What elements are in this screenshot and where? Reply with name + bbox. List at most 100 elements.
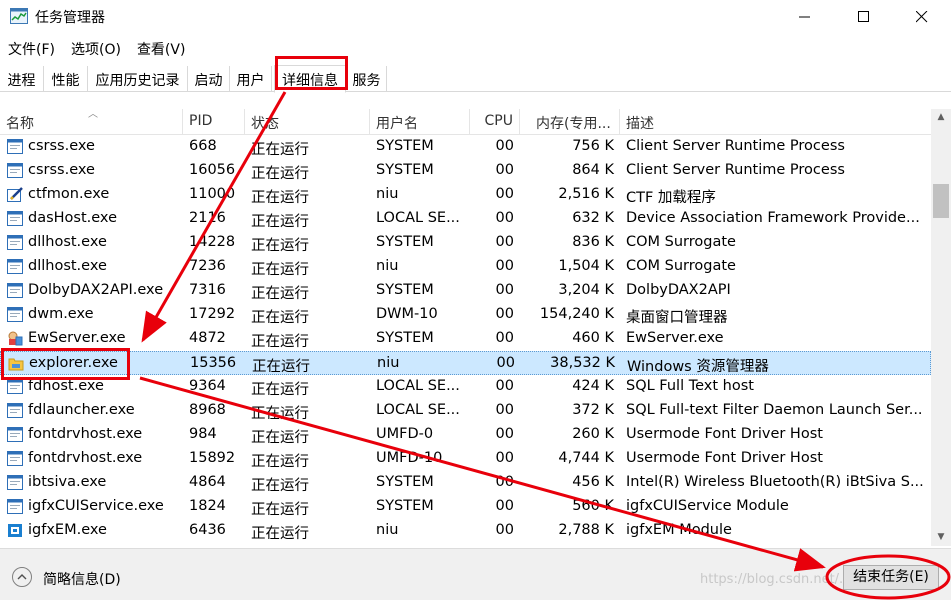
table-row-selected[interactable]: explorer.exe 15356 正在运行 niu 00 38,532 K Window… — [0, 351, 931, 375]
tab-services[interactable]: 服务 — [347, 66, 387, 92]
memory-cell: 632 K — [572, 210, 614, 226]
tab-users[interactable]: 用户 — [230, 66, 272, 92]
tab-startup[interactable]: 启动 — [188, 66, 230, 92]
memory-cell: 456 K — [572, 474, 614, 490]
description-cell: COM Surrogate — [626, 258, 736, 274]
status-cell: 正在运行 — [251, 166, 309, 182]
username-cell: SYSTEM — [376, 234, 434, 250]
table-row[interactable]: csrss.exe 16056 正在运行 SYSTEM 00 864 K Client Se… — [0, 159, 931, 183]
app-icon — [7, 283, 23, 298]
username-cell: niu — [376, 186, 399, 202]
cpu-cell: 00 — [495, 234, 514, 250]
pid-cell: 17292 — [189, 306, 236, 322]
column-header-description[interactable]: 描述 — [620, 109, 931, 135]
app-icon — [7, 259, 23, 274]
pen-icon — [7, 187, 23, 202]
description-cell: Windows 资源管理器 — [627, 359, 769, 375]
table-row[interactable]: DolbyDAX2API.exe 7316 正在运行 SYSTEM 00 3,204 K D… — [0, 279, 931, 303]
annotation-box-details-tab — [275, 56, 348, 90]
scroll-thumb[interactable] — [933, 184, 949, 218]
scroll-down-icon[interactable]: ▼ — [931, 529, 951, 546]
description-cell: Client Server Runtime Process — [626, 138, 845, 154]
memory-cell: 260 K — [572, 426, 614, 442]
sort-ascending-icon: ︿ — [88, 109, 98, 120]
cpu-cell: 00 — [495, 210, 514, 226]
fewer-details-link[interactable]: 简略信息(D) — [43, 569, 121, 589]
table-row[interactable]: ibtsiva.exe 4864 正在运行 SYSTEM 00 456 K Intel(R)… — [0, 471, 931, 495]
pid-cell: 11000 — [189, 186, 236, 202]
process-name-cell: fdlauncher.exe — [28, 402, 135, 418]
column-header-pid[interactable]: PID — [183, 109, 245, 135]
tab-processes[interactable]: 进程 — [0, 66, 44, 92]
column-header-cpu[interactable]: CPU — [470, 109, 520, 135]
cpu-cell: 00 — [495, 330, 514, 346]
maximize-button[interactable] — [835, 0, 893, 34]
cpu-cell: 00 — [495, 402, 514, 418]
description-cell: igfxEM Module — [626, 522, 732, 538]
table-row[interactable]: igfxCUIService.exe 1824 正在运行 SYSTEM 00 560 K i… — [0, 495, 931, 519]
tab-performance[interactable]: 性能 — [44, 66, 88, 92]
memory-cell: 2,788 K — [558, 522, 614, 538]
column-header-status[interactable]: 状态 — [245, 109, 370, 135]
app-icon — [7, 139, 23, 154]
cpu-cell: 00 — [495, 186, 514, 202]
cpu-cell: 00 — [496, 355, 515, 371]
description-cell: Intel(R) Wireless Bluetooth(R) iBtSiva S… — [626, 474, 924, 490]
table-row[interactable]: dwm.exe 17292 正在运行 DWM-10 00 154,240 K 桌面窗口管理器 — [0, 303, 931, 327]
column-header-memory[interactable]: 内存(专用... — [520, 109, 620, 135]
close-button[interactable] — [893, 0, 951, 34]
app-icon — [7, 235, 23, 250]
cpu-cell: 00 — [495, 282, 514, 298]
pid-cell: 7236 — [189, 258, 226, 274]
memory-cell: 4,744 K — [558, 450, 614, 466]
table-row[interactable]: dllhost.exe 7236 正在运行 niu 00 1,504 K COM Surro… — [0, 255, 931, 279]
table-row[interactable]: fdlauncher.exe 8968 正在运行 LOCAL SE... 00 372 K… — [0, 399, 931, 423]
menu-bar: 文件(F) 选项(O) 查看(V) — [0, 36, 193, 60]
menu-file[interactable]: 文件(F) — [0, 36, 63, 60]
vertical-scrollbar[interactable]: ▲ ▼ — [931, 109, 951, 546]
menu-options[interactable]: 选项(O) — [63, 36, 129, 60]
app-icon — [7, 475, 23, 490]
description-cell: COM Surrogate — [626, 234, 736, 250]
pid-cell: 4864 — [189, 474, 226, 490]
watermark-text: https://blog.csdn.net/... — [700, 572, 852, 587]
description-cell: SQL Full Text host — [626, 378, 754, 394]
scroll-up-icon[interactable]: ▲ — [931, 109, 951, 126]
window-title: 任务管理器 — [35, 10, 105, 26]
username-cell: LOCAL SE... — [376, 210, 460, 226]
table-row[interactable]: dllhost.exe 14228 正在运行 SYSTEM 00 836 K COM Sur… — [0, 231, 931, 255]
table-row[interactable]: ctfmon.exe 11000 正在运行 niu 00 2,516 K CTF 加载程序 — [0, 183, 931, 207]
status-cell: 正在运行 — [251, 190, 309, 206]
table-row[interactable]: fontdrvhost.exe 984 正在运行 UMFD-0 00 260 K Userm… — [0, 423, 931, 447]
end-task-button[interactable]: 结束任务(E) — [843, 565, 939, 590]
table-row[interactable]: csrss.exe 668 正在运行 SYSTEM 00 756 K Client Serv… — [0, 135, 931, 159]
status-cell: 正在运行 — [251, 334, 309, 350]
annotation-box-explorer-row — [1, 348, 130, 380]
table-row[interactable]: fontdrvhost.exe 15892 正在运行 UMFD-10 00 4,744 K… — [0, 447, 931, 471]
minimize-button[interactable] — [776, 0, 834, 34]
collapse-chevron-icon[interactable] — [12, 567, 32, 587]
pid-cell: 6436 — [189, 522, 226, 538]
pid-cell: 2116 — [189, 210, 226, 226]
column-header-name[interactable]: 名称 ︿ — [0, 109, 183, 135]
username-cell: niu — [376, 522, 399, 538]
pid-cell: 984 — [189, 426, 217, 442]
process-name-cell: fdhost.exe — [28, 378, 104, 394]
column-header-username[interactable]: 用户名 — [370, 109, 470, 135]
task-manager-icon — [10, 8, 28, 24]
username-cell: UMFD-0 — [376, 426, 434, 442]
app-icon — [7, 307, 23, 322]
username-cell: DWM-10 — [376, 306, 438, 322]
table-row[interactable]: fdhost.exe 9364 正在运行 LOCAL SE... 00 424 K SQL … — [0, 375, 931, 399]
process-list: csrss.exe 668 正在运行 SYSTEM 00 756 K Client Serv… — [0, 135, 931, 543]
process-name-cell: igfxCUIService.exe — [28, 498, 164, 514]
table-row[interactable]: dasHost.exe 2116 正在运行 LOCAL SE... 00 632 K Dev… — [0, 207, 931, 231]
table-row[interactable]: igfxEM.exe 6436 正在运行 niu 00 2,788 K igfxEM Mod… — [0, 519, 931, 543]
table-row[interactable]: EwServer.exe 4872 正在运行 SYSTEM 00 460 K EwServe… — [0, 327, 931, 351]
memory-cell: 864 K — [572, 162, 614, 178]
menu-view[interactable]: 查看(V) — [129, 36, 194, 60]
description-cell: Usermode Font Driver Host — [626, 450, 823, 466]
tab-app-history[interactable]: 应用历史记录 — [88, 66, 188, 92]
process-name-cell: csrss.exe — [28, 162, 95, 178]
process-name-cell: dllhost.exe — [28, 234, 107, 250]
